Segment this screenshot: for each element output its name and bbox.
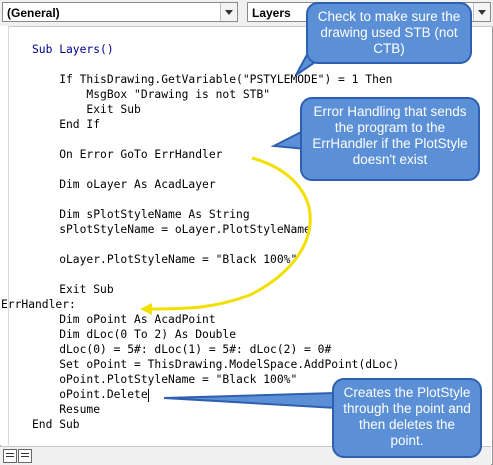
callout-creates-plotstyle-text: Creates the PlotStyle through the point … — [343, 385, 471, 448]
callout-stb-check-text: Check to make sure the drawing used STB … — [317, 9, 461, 56]
goto-arrow-head — [140, 303, 152, 315]
callout-error-handling-text: Error Handling that sends the program to… — [312, 104, 468, 167]
callout-stb-check: Check to make sure the drawing used STB … — [306, 2, 472, 64]
callout-tail-creates — [163, 391, 337, 410]
callout-error-handling: Error Handling that sends the program to… — [300, 97, 480, 181]
goto-arrow-line — [147, 156, 312, 311]
callout-creates-plotstyle: Creates the PlotStyle through the point … — [332, 378, 482, 458]
